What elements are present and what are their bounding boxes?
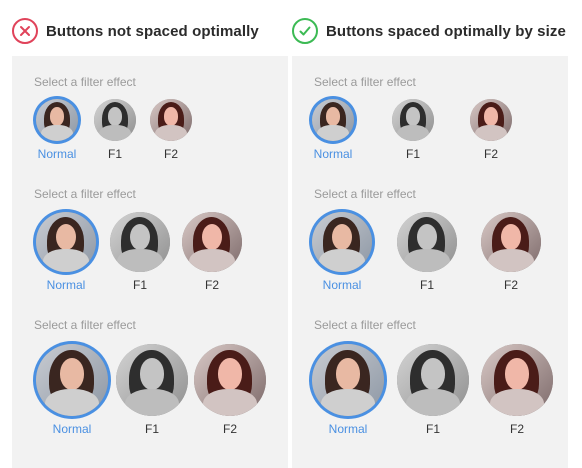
- portrait-image: [312, 99, 354, 141]
- check-icon: [292, 18, 318, 44]
- x-icon: [12, 18, 38, 44]
- filter-button-normal[interactable]: Normal: [36, 344, 108, 436]
- filter-label: F1: [419, 278, 434, 292]
- filter-button-normal[interactable]: Normal: [312, 212, 372, 292]
- filter-label: F2: [204, 278, 219, 292]
- filter-caption: Select a filter effect: [314, 318, 416, 332]
- filter-button-f1[interactable]: F1: [397, 344, 469, 436]
- filter-button-normal[interactable]: Normal: [36, 99, 78, 161]
- filter-button-normal[interactable]: Normal: [36, 212, 96, 292]
- portrait-image: [110, 212, 170, 272]
- filter-caption: Select a filter effect: [34, 318, 136, 332]
- portrait-image: [150, 99, 192, 141]
- filter-caption: Select a filter effect: [314, 75, 416, 89]
- filter-label: F2: [483, 147, 498, 161]
- filter-button-f2[interactable]: F2: [481, 344, 553, 436]
- filter-label: F1: [425, 422, 440, 436]
- filter-button-f2[interactable]: F2: [194, 344, 266, 436]
- portrait-image: [116, 344, 188, 416]
- bad-example-title: Buttons not spaced optimally: [46, 22, 259, 40]
- filter-label: Normal: [52, 422, 92, 436]
- filter-button-f2[interactable]: F2: [150, 99, 192, 161]
- portrait-image: [182, 212, 242, 272]
- portrait-image: [312, 344, 384, 416]
- portrait-image: [312, 212, 372, 272]
- filter-button-f1[interactable]: F1: [116, 344, 188, 436]
- portrait-image: [194, 344, 266, 416]
- good-example-panel: Select a filter effect Normal F1 F2 Select a…: [292, 56, 568, 468]
- portrait-image: [36, 212, 96, 272]
- filter-label: F2: [503, 278, 518, 292]
- filter-caption: Select a filter effect: [314, 187, 416, 201]
- portrait-image: [470, 99, 512, 141]
- bad-example-panel: Select a filter effect Normal F1 F2 Select a…: [12, 56, 288, 468]
- filter-label: F2: [163, 147, 178, 161]
- filter-button-f1[interactable]: F1: [110, 212, 170, 292]
- filter-label: F1: [132, 278, 147, 292]
- filter-label: F1: [144, 422, 159, 436]
- filter-label: Normal: [313, 147, 353, 161]
- filter-label: Normal: [46, 278, 86, 292]
- filter-button-f1[interactable]: F1: [392, 99, 434, 161]
- filter-button-f2[interactable]: F2: [481, 212, 541, 292]
- filter-button-f2[interactable]: F2: [470, 99, 512, 161]
- portrait-image: [481, 212, 541, 272]
- filter-label: F2: [222, 422, 237, 436]
- portrait-image: [481, 344, 553, 416]
- portrait-image: [94, 99, 136, 141]
- filter-button-f1[interactable]: F1: [397, 212, 457, 292]
- filter-label: F2: [509, 422, 524, 436]
- filter-label: F1: [405, 147, 420, 161]
- portrait-image: [36, 99, 78, 141]
- portrait-image: [36, 344, 108, 416]
- filter-label: F1: [107, 147, 122, 161]
- filter-button-normal[interactable]: Normal: [312, 344, 384, 436]
- portrait-image: [397, 344, 469, 416]
- good-example-header: Buttons spaced optimally by size: [292, 16, 566, 46]
- filter-button-normal[interactable]: Normal: [312, 99, 354, 161]
- bad-example-header: Buttons not spaced optimally: [12, 16, 259, 46]
- filter-label: Normal: [328, 422, 368, 436]
- portrait-image: [392, 99, 434, 141]
- filter-label: Normal: [37, 147, 77, 161]
- filter-caption: Select a filter effect: [34, 75, 136, 89]
- filter-button-f2[interactable]: F2: [182, 212, 242, 292]
- portrait-image: [397, 212, 457, 272]
- filter-button-f1[interactable]: F1: [94, 99, 136, 161]
- filter-caption: Select a filter effect: [34, 187, 136, 201]
- good-example-title: Buttons spaced optimally by size: [326, 22, 566, 40]
- filter-label: Normal: [322, 278, 362, 292]
